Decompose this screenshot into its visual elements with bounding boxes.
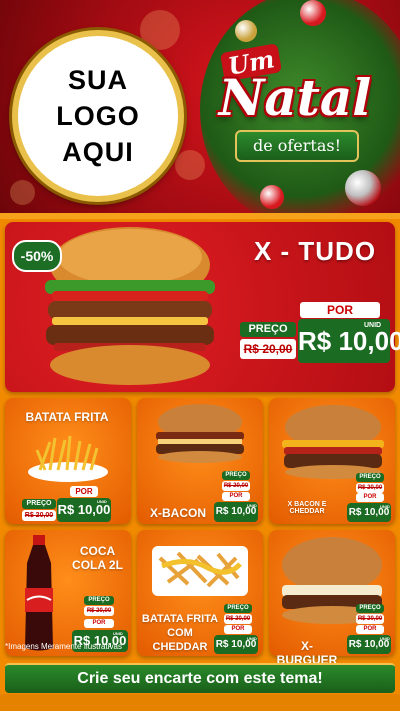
logo-text-line: SUA (67, 65, 128, 95)
ornament-ball-icon (260, 185, 284, 209)
hero-product-name: X - TUDO (253, 236, 377, 266)
product-name: X-BACON (150, 506, 206, 520)
burger-image (282, 405, 384, 479)
product-name: X BACON E CHEDDAR (287, 501, 327, 515)
cta-banner-button[interactable]: Crie seu encarte com este tema! (5, 663, 395, 693)
disclaimer-note: *Imagens Meramente Ilustrativas (5, 642, 122, 651)
old-price: R$ 20,00 (84, 606, 114, 616)
por-label: POR (224, 625, 252, 634)
product-name: BATATA FRITA (25, 410, 109, 424)
por-label: POR (84, 619, 114, 628)
logo-text-line: LOGO (56, 101, 140, 131)
ornament-ball-icon (345, 170, 381, 206)
title-subtitle: de ofertas! (235, 130, 359, 162)
old-price: R$ 20,00 (356, 483, 384, 493)
campaign-title: Um Natal de ofertas! (200, 43, 390, 168)
por-label: POR (356, 625, 384, 634)
unid-label: UNID (380, 636, 390, 641)
title-natal: Natal (218, 68, 372, 127)
unid-label: UNID (380, 504, 390, 509)
product-name: COCA COLA 2L (72, 544, 123, 572)
unid-label: UNID (113, 631, 123, 636)
discount-badge: -50% (12, 240, 62, 272)
ornament-ball-icon (300, 0, 326, 26)
soda-bottle-image (25, 535, 53, 651)
product-name: BATATA FRITA COM CHEDDAR (141, 613, 219, 653)
old-price: R$ 20,00 (222, 481, 250, 491)
old-price: R$ 20,00 (356, 614, 384, 624)
logo-text-line: AQUI (62, 137, 134, 167)
preco-label: PREÇO (356, 473, 384, 482)
logo-placeholder[interactable]: SUA LOGO AQUI (12, 30, 184, 202)
old-price: R$ 20,00 (22, 510, 56, 521)
por-label: POR (356, 493, 384, 502)
por-label: POR (222, 492, 250, 501)
bokeh-light (10, 180, 35, 205)
christmas-header: SUA LOGO AQUI Um Natal de ofertas! (0, 0, 400, 215)
divider-stripe (0, 213, 400, 219)
unid-label: UNID (247, 503, 257, 508)
old-price: R$ 20,00 (224, 614, 252, 624)
preco-label: PREÇO (356, 604, 384, 613)
por-label: POR (70, 486, 98, 497)
cheddar-fries-image (152, 546, 248, 596)
preco-label: PREÇO (224, 604, 252, 613)
fries-image (28, 435, 108, 482)
footer-bar (0, 694, 400, 711)
unid-label: UNID (364, 322, 382, 329)
preco-label: PREÇO (240, 322, 296, 337)
unid-label: UNID (247, 636, 257, 641)
old-price: R$ 20,00 (240, 339, 296, 359)
unid-label: UNID (97, 499, 107, 504)
burger-image (156, 404, 244, 463)
preco-label: PREÇO (222, 471, 250, 480)
por-label: POR (300, 302, 380, 318)
preco-label: PREÇO (22, 499, 56, 509)
ornament-ball-icon (235, 20, 257, 42)
preco-label: PREÇO (84, 596, 114, 605)
